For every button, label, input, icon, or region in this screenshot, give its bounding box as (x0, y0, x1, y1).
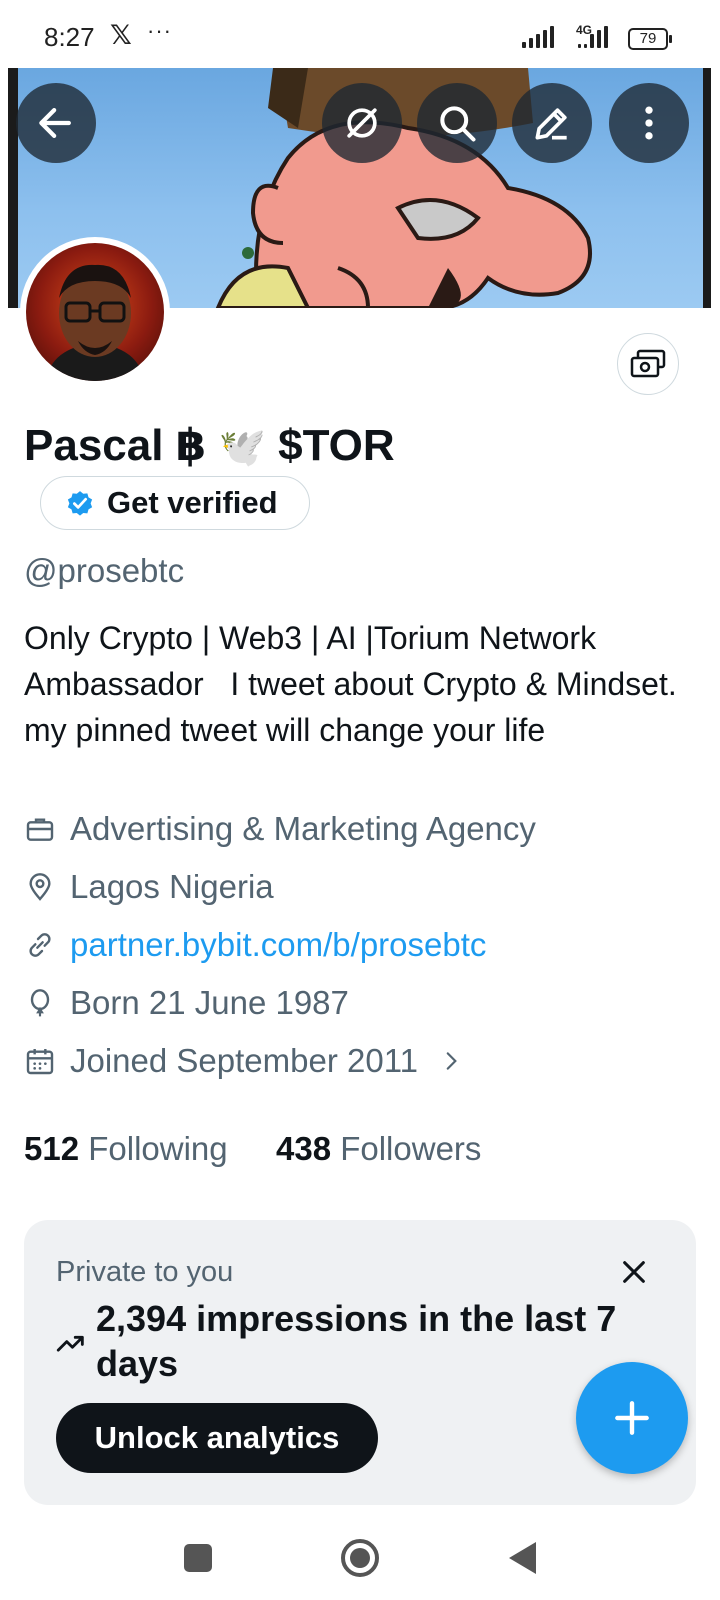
profile-name: Pascal ฿ 🕊️ $TOR (24, 420, 395, 471)
arrow-left-icon (39, 108, 71, 138)
recents-button[interactable] (174, 1534, 222, 1582)
profile-website[interactable]: partner.bybit.com/b/prosebtc (24, 926, 486, 964)
status-bar: 8:27 𝕏 ··· 4G 79 (0, 0, 720, 70)
profile-bio: Only Crypto | Web3 | AI |Torium Network … (24, 620, 686, 748)
compose-fab-button[interactable] (576, 1362, 688, 1474)
born-text: Born 21 June 1987 (70, 984, 349, 1021)
battery-icon: 79 (628, 28, 672, 50)
back-button[interactable] (16, 83, 96, 163)
profile-joined[interactable]: Joined September 2011 (24, 1042, 464, 1080)
following-link[interactable]: 512 Following (24, 1130, 228, 1167)
get-verified-button[interactable]: Get verified (40, 476, 310, 530)
verified-badge-icon (67, 491, 93, 516)
more-vertical-icon (645, 106, 653, 140)
search-icon (440, 106, 476, 142)
joined-text: Joined September 2011 (70, 1042, 418, 1079)
circle-icon (341, 1539, 379, 1577)
tips-button[interactable] (617, 333, 679, 395)
location-pin-icon (29, 873, 51, 901)
followers-label: Followers (340, 1130, 482, 1167)
money-icon (630, 349, 666, 378)
follow-stats: 512 Following 438 Followers (24, 1130, 481, 1168)
unlock-analytics-button[interactable]: Unlock analytics (56, 1403, 378, 1473)
impressions-text: 2,394 impressions in the last 7 days (96, 1298, 617, 1384)
more-button[interactable] (609, 83, 689, 163)
followers-count: 438 (275, 1130, 332, 1167)
x-logo-icon: 𝕏 (110, 20, 132, 50)
status-more-icon: ··· (147, 18, 172, 43)
avatar-image (26, 243, 164, 381)
category-text: Advertising & Marketing Agency (70, 810, 536, 847)
dove-emoji: 🕊️ (218, 427, 266, 469)
close-icon[interactable] (618, 1256, 650, 1288)
search-button[interactable] (417, 83, 497, 163)
banner-edge (703, 68, 711, 308)
profile-category: Advertising & Marketing Agency (24, 810, 536, 848)
edit-icon (535, 108, 567, 140)
chevron-right-icon[interactable] (438, 1048, 464, 1074)
profile-birthday: Born 21 June 1987 (24, 984, 349, 1022)
sync-button[interactable] (322, 83, 402, 163)
balloon-icon (30, 989, 50, 1017)
calendar-icon (26, 1049, 54, 1075)
get-verified-label: Get verified (107, 485, 278, 520)
banner-edge (8, 68, 18, 308)
back-nav-button[interactable] (498, 1534, 546, 1582)
no-sync-icon (347, 108, 377, 138)
following-count: 512 (24, 1130, 80, 1167)
triangle-back-icon (509, 1542, 536, 1574)
trending-up-icon (56, 1335, 84, 1352)
profile-name-text: Pascal ฿ (24, 421, 207, 470)
link-icon (29, 933, 51, 957)
profile-handle: @prosebtc (24, 552, 185, 589)
avatar[interactable] (20, 237, 170, 387)
briefcase-icon (26, 818, 54, 841)
website-link[interactable]: partner.bybit.com/b/prosebtc (70, 926, 486, 964)
followers-link[interactable]: 438 Followers (276, 1130, 481, 1167)
square-icon (184, 1544, 212, 1572)
system-nav-bar (0, 1520, 720, 1600)
location-text: Lagos Nigeria (70, 868, 274, 905)
status-time: 8:27 (44, 22, 95, 52)
profile-location: Lagos Nigeria (24, 868, 274, 906)
analytics-card-title: Private to you (56, 1256, 234, 1288)
home-button[interactable] (336, 1534, 384, 1582)
following-label: Following (88, 1130, 228, 1167)
signal-icon (522, 26, 554, 48)
signal-icon-2 (578, 26, 608, 48)
profile-name-suffix: $TOR (278, 421, 395, 470)
analytics-card: Private to you 2,394 impressions in the … (24, 1220, 696, 1505)
plus-icon (615, 1401, 649, 1435)
edit-button[interactable] (512, 83, 592, 163)
